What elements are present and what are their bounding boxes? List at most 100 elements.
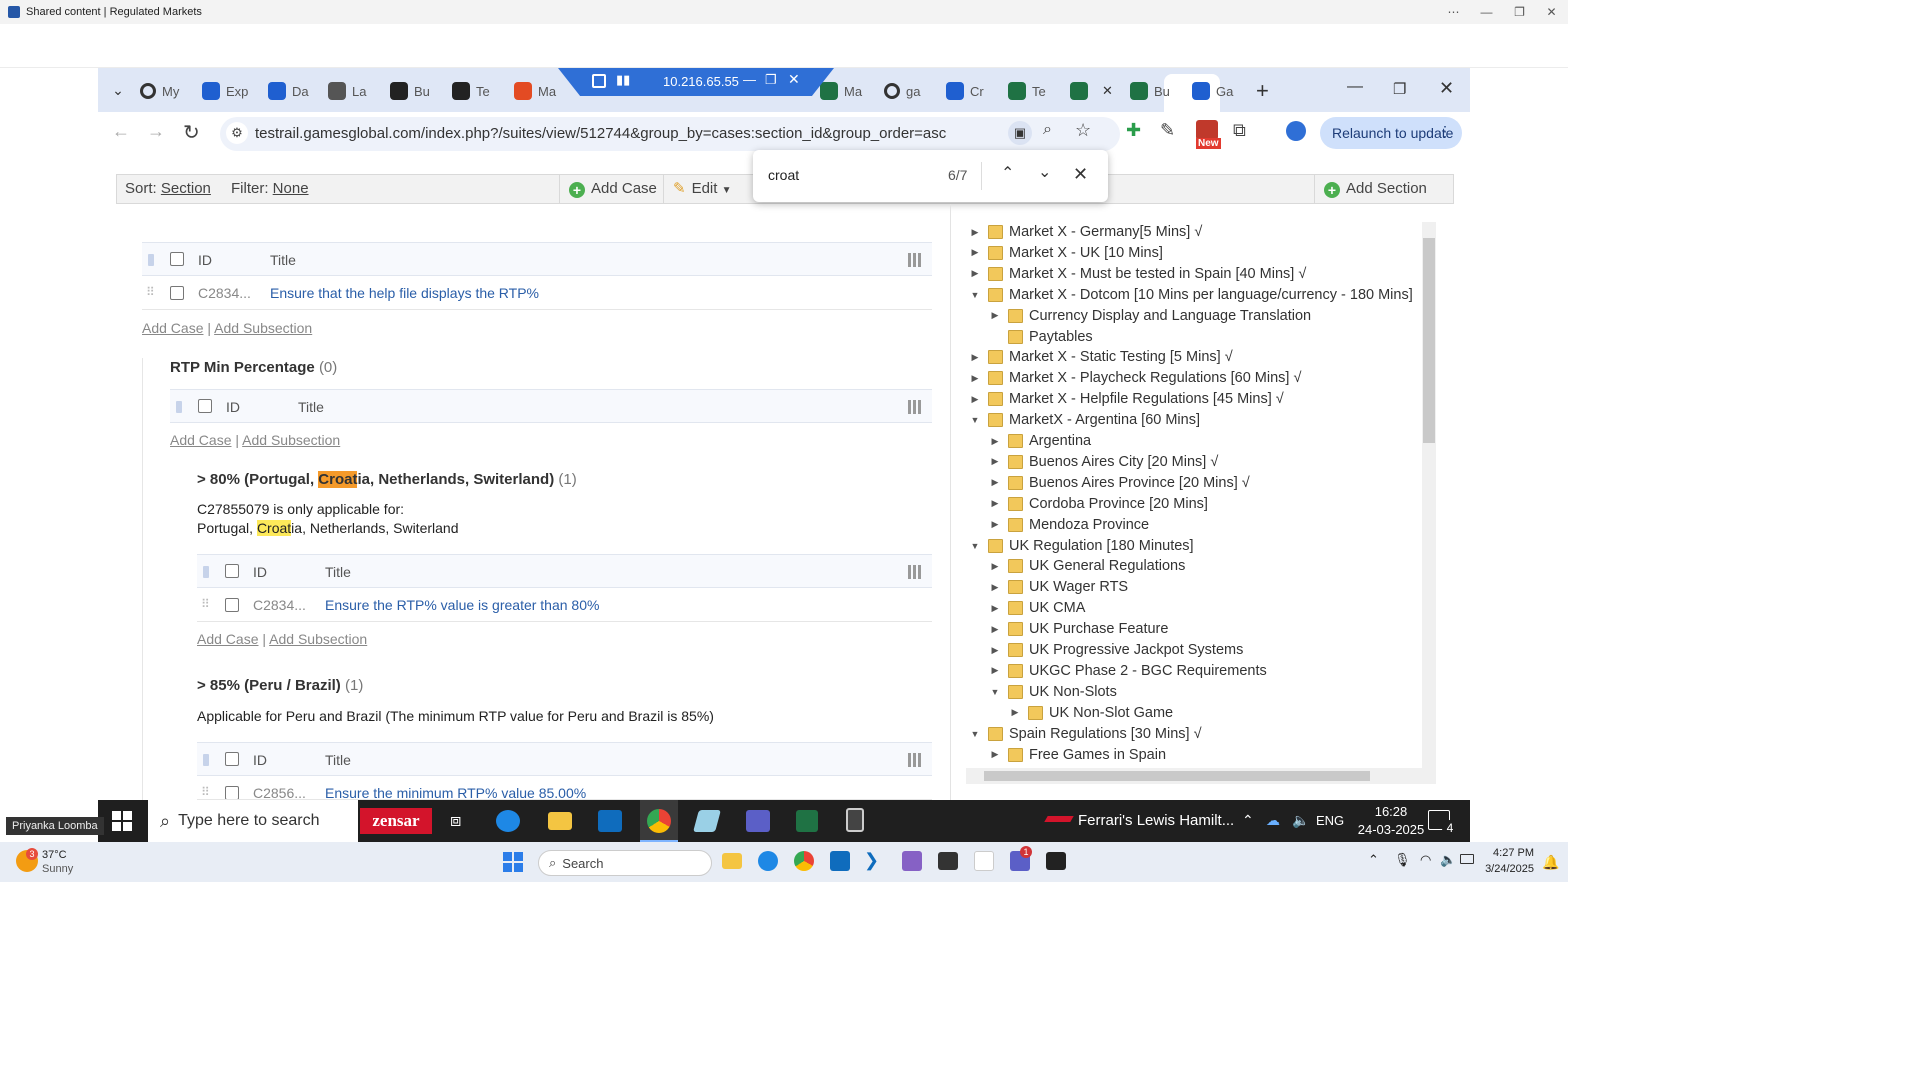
clock-time[interactable]: 16:28 [1356, 804, 1426, 819]
collapsed-arrow-icon[interactable]: ▶ [990, 749, 1000, 760]
rdp-restore-icon[interactable]: ❐ [765, 72, 777, 88]
collapsed-arrow-icon[interactable]: ▶ [990, 665, 1000, 676]
browser-tab[interactable]: Ma [514, 78, 556, 104]
tree-node-label[interactable]: Market X - Playcheck Regulations [60 Min… [1009, 370, 1301, 386]
news-headline[interactable]: Ferrari's Lewis Hamilt... [1078, 812, 1234, 829]
column-menu-icon[interactable] [908, 400, 922, 414]
select-all-checkbox[interactable] [198, 399, 212, 413]
tree-node-label[interactable]: UKGC Phase 2 - BGC Requirements [1029, 663, 1267, 679]
tree-node[interactable]: ▶ Market X - UK [10 Mins] [970, 243, 1163, 263]
tree-node-label[interactable]: Paytables [1029, 329, 1093, 345]
outlook-icon[interactable] [830, 851, 850, 871]
column-menu-icon[interactable] [908, 753, 922, 767]
browser-minimize-icon[interactable]: — [1347, 78, 1363, 96]
browser-tab[interactable]: Ma [820, 78, 862, 104]
restore-icon[interactable]: ❐ [1503, 0, 1536, 24]
tree-node[interactable]: ▶ Buenos Aires Province [20 Mins] √ [990, 473, 1250, 493]
tree-node-label[interactable]: UK Non-Slots [1029, 684, 1117, 700]
tree-node-label[interactable]: Market X - Dotcom [10 Mins per language/… [1009, 287, 1413, 303]
tree-node[interactable]: ▶ Buenos Aires City [20 Mins] √ [990, 452, 1219, 472]
battery-icon[interactable] [1460, 854, 1474, 864]
tree-node-label[interactable]: Buenos Aires City [20 Mins] √ [1029, 454, 1218, 470]
add-case-link[interactable]: Add Case [142, 320, 203, 336]
collapsed-arrow-icon[interactable]: ▶ [970, 268, 980, 279]
id-column-header[interactable]: ID [253, 564, 267, 580]
tree-node[interactable]: ▶ UK Non-Slot Game [1010, 703, 1174, 723]
collapsed-arrow-icon[interactable]: ▶ [970, 373, 980, 384]
add-section-button[interactable]: + Add Section [1324, 175, 1427, 203]
kebab-menu-icon[interactable]: ⋮ [1438, 123, 1452, 140]
tree-node[interactable]: ▶ Currency Display and Language Translati… [990, 306, 1312, 326]
url-text[interactable]: testrail.gamesglobal.com/index.php?/suit… [255, 125, 946, 142]
edge-icon[interactable] [758, 851, 778, 871]
weather-temp[interactable]: 37°C [42, 849, 67, 861]
tree-node[interactable]: ▶ Market X - Helpfile Regulations [45 Min… [970, 389, 1284, 409]
expanded-arrow-icon[interactable]: ▼ [990, 687, 1000, 697]
local-search-box[interactable]: ⌕ Search [538, 850, 712, 876]
browser-tab[interactable]: Exp [202, 78, 248, 104]
tree-node[interactable]: ▶ UK General Regulations [990, 556, 1186, 576]
extensions-puzzle-icon[interactable]: ⧉ [1233, 120, 1246, 141]
id-column-header[interactable]: ID [198, 252, 212, 268]
collapsed-arrow-icon[interactable]: ▶ [990, 436, 1000, 447]
add-case-button[interactable]: + Add Case [569, 175, 657, 203]
notification-bell-icon[interactable]: 🔔 [1542, 854, 1559, 871]
new-tab-icon[interactable]: + [1256, 78, 1269, 104]
tree-node-label[interactable]: UK Progressive Jackpot Systems [1029, 642, 1243, 658]
tree-node-label[interactable]: Mendoza Province [1029, 517, 1149, 533]
tree-hscroll-thumb[interactable] [984, 771, 1370, 781]
collapsed-arrow-icon[interactable]: ▶ [990, 519, 1000, 530]
tree-node[interactable]: ▶ Market X - Static Testing [5 Mins] √ [970, 347, 1233, 367]
select-all-checkbox[interactable] [170, 252, 184, 266]
terminal-icon[interactable] [938, 852, 958, 870]
pin-icon[interactable] [592, 74, 606, 88]
tree-node[interactable]: ▼ UK Non-Slots [990, 682, 1117, 702]
collapsed-arrow-icon[interactable]: ▶ [970, 394, 980, 405]
tree-node-label[interactable]: UK General Regulations [1029, 558, 1185, 574]
windows-start-icon[interactable] [112, 811, 132, 831]
find-previous-icon[interactable]: ⌃ [1001, 163, 1014, 183]
tree-node-label[interactable]: Market X - UK [10 Mins] [1009, 245, 1163, 261]
bookmark-star-icon[interactable]: ☆ [1075, 120, 1091, 141]
add-case-link[interactable]: Add Case [197, 631, 258, 647]
browser-tab[interactable]: Bu [1130, 78, 1170, 104]
tree-node[interactable]: ▶ Market X - Must be tested in Spain [40 … [970, 264, 1307, 284]
browser-tab[interactable]: Bu [390, 78, 430, 104]
chrome-taskbar-item[interactable] [640, 800, 678, 842]
id-column-header[interactable]: ID [226, 399, 240, 415]
mic-muted-icon[interactable]: 🎙 [1394, 852, 1411, 868]
screencast-icon[interactable] [1196, 120, 1218, 140]
app-window-icon[interactable] [1046, 852, 1066, 870]
sort-value[interactable]: Section [161, 180, 211, 197]
collapsed-arrow-icon[interactable]: ▶ [990, 561, 1000, 572]
tree-node[interactable]: ▶ UKGC Phase 2 - BGC Requirements [990, 661, 1267, 681]
windows-start-icon[interactable] [503, 852, 523, 872]
cloud-icon[interactable]: ☁ [1266, 812, 1280, 829]
weather-desc[interactable]: Sunny [42, 863, 73, 875]
drag-handle-icon[interactable]: ⠿ [201, 785, 210, 799]
expanded-arrow-icon[interactable]: ▼ [970, 415, 980, 425]
site-info-icon[interactable]: ⚙ [226, 122, 248, 144]
table-row[interactable]: ⠿ C2834... Ensure the RTP% value is grea… [197, 588, 932, 622]
tab-search-icon[interactable]: ⌄ [108, 78, 128, 102]
tree-node-label[interactable]: Market X - Helpfile Regulations [45 Mins… [1009, 391, 1284, 407]
tree-node[interactable]: ▶ UK Progressive Jackpot Systems [990, 640, 1244, 660]
browser-tab[interactable]: ✕ [1070, 78, 1113, 104]
browser-tab[interactable]: ga [884, 78, 920, 104]
tree-node[interactable]: ▶ Cordoba Province [20 Mins] [990, 494, 1208, 514]
tree-node-label[interactable]: UK Regulation [180 Minutes] [1009, 538, 1194, 554]
tree-node-label[interactable]: Currency Display and Language Translatio… [1029, 308, 1311, 324]
collapsed-arrow-icon[interactable]: ▶ [1010, 707, 1020, 718]
chrome-icon[interactable] [794, 851, 814, 871]
tree-node[interactable]: ▶ Argentina [990, 431, 1092, 451]
tree-scroll-thumb[interactable] [1423, 238, 1435, 443]
find-input[interactable]: croat [768, 167, 799, 183]
id-column-header[interactable]: ID [253, 752, 267, 768]
collapsed-arrow-icon[interactable]: ▶ [990, 498, 1000, 509]
case-title-link[interactable]: Ensure the RTP% value is greater than 80… [325, 597, 599, 613]
tree-node-label[interactable]: Market X - Static Testing [5 Mins] √ [1009, 349, 1233, 365]
tree-node-label[interactable]: Argentina [1029, 433, 1091, 449]
tree-node-label[interactable]: UK Non-Slot Game [1049, 705, 1173, 721]
select-all-checkbox[interactable] [225, 564, 239, 578]
collapsed-arrow-icon[interactable]: ▶ [990, 456, 1000, 467]
